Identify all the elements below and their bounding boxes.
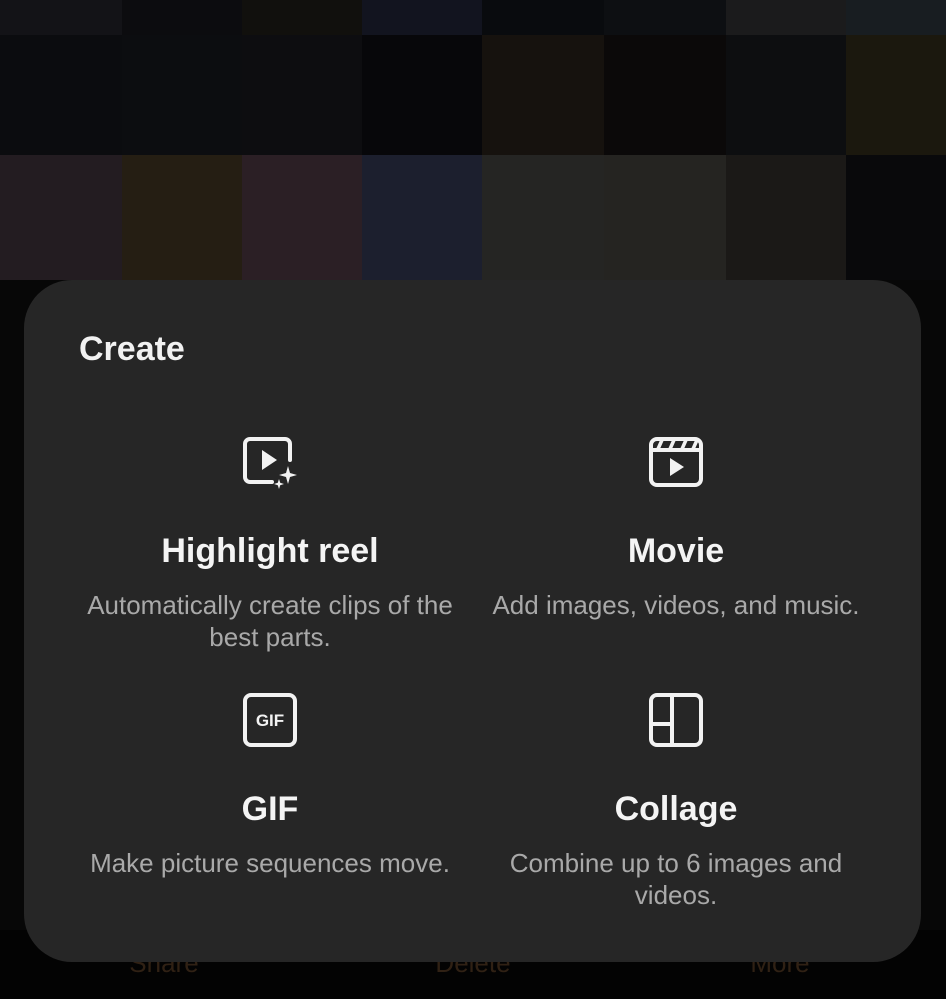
movie-description: Add images, videos, and music. <box>492 590 860 620</box>
highlight-reel-label: Highlight reel <box>161 532 379 570</box>
highlight-reel-icon <box>243 437 297 489</box>
collage-icon <box>649 693 703 747</box>
gif-description: Make picture sequences move. <box>90 848 450 878</box>
collage-option[interactable]: Collage Combine up to 6 images and video… <box>471 688 881 911</box>
collage-label: Collage <box>614 790 738 828</box>
gif-icon-text: GIF <box>256 711 284 730</box>
gif-label: GIF <box>241 790 299 828</box>
sheet-title: Create <box>79 330 185 368</box>
create-sheet: Create Highlight reel Automatically crea… <box>24 280 921 962</box>
highlight-reel-description: Automatically create clips of the best p… <box>87 590 453 652</box>
movie-clapper-icon <box>649 437 703 487</box>
gif-icon: GIF <box>243 693 297 747</box>
movie-label: Movie <box>627 532 725 570</box>
movie-option[interactable]: Movie Add images, videos, and music. <box>471 430 881 621</box>
gif-option[interactable]: GIF GIF Make picture sequences move. <box>65 688 475 879</box>
highlight-reel-option[interactable]: Highlight reel Automatically create clip… <box>65 430 475 653</box>
collage-description: Combine up to 6 images and videos. <box>509 848 843 910</box>
